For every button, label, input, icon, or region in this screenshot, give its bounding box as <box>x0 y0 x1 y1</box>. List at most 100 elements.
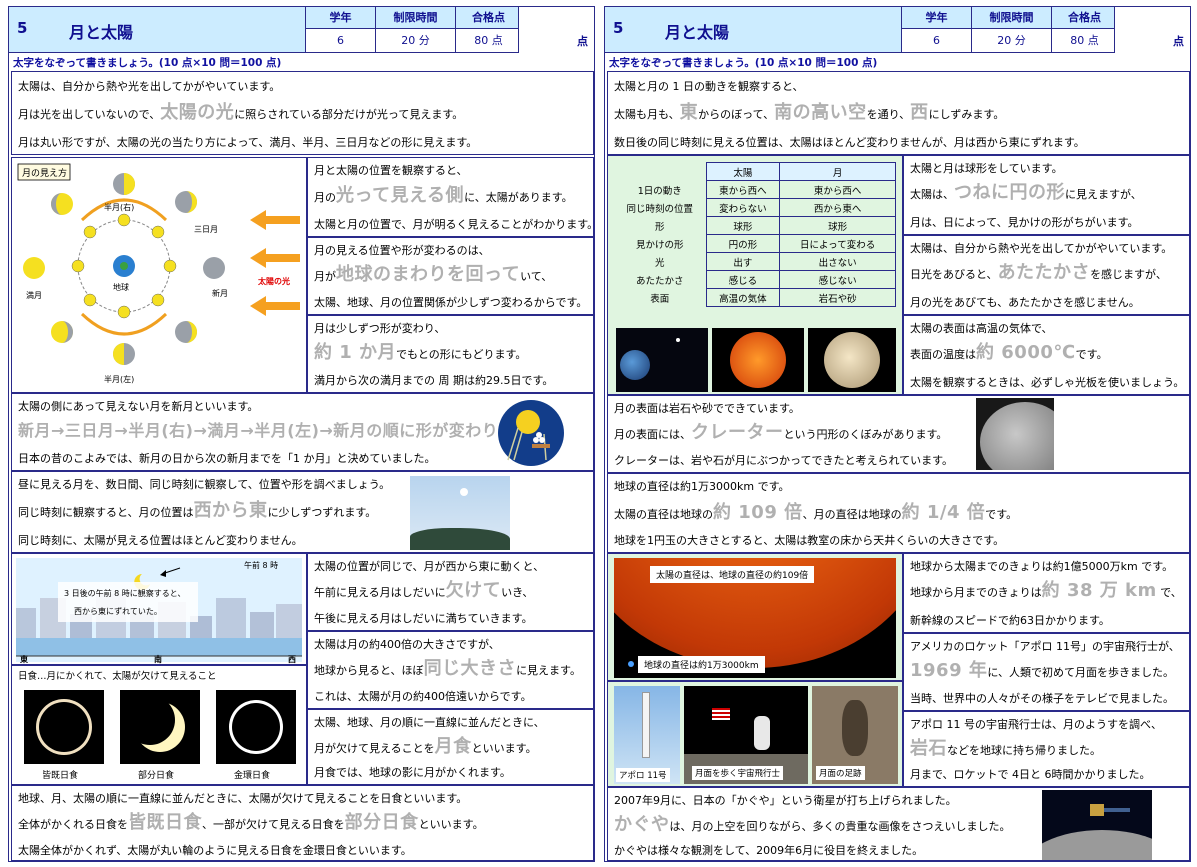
earth-diameter-label: 地球の直径は約1万3000km <box>638 656 765 673</box>
apollo-text: アメリカのロケット「アポロ 11号」の宇宙飛行士が、 1969 年に、人類で初め… <box>903 633 1190 711</box>
answer-kaguya[interactable]: かぐや <box>614 814 670 835</box>
score-field[interactable]: 点 <box>1114 7 1190 53</box>
moon-rock-text: アポロ 11 号の宇宙飛行士は、月のようすを調べ、 岩石などを地球に持ち帰りまし… <box>903 711 1190 787</box>
svg-text:3 日後の午前 8 時に観察すると、: 3 日後の午前 8 時に観察すると、 <box>64 588 186 598</box>
daytime-moon-photo <box>410 476 510 550</box>
phase-text-3: 月は少しずつ形が変わり、 約 1 か月でもとの形にもどります。 満月から次の満月… <box>307 315 594 393</box>
city-moon-diagram: 午前 8 時 3 日後の午前 8 時に観察すると、 西から東にずれていた。 東 … <box>16 558 302 664</box>
answer-6000c[interactable]: 約 6000℃ <box>976 342 1076 363</box>
answer-one-month[interactable]: 約 1 か月 <box>314 342 396 363</box>
sun-moon-comparison-table: 太陽 月 1日の動き 東から西へ 東から西へ 同じ時刻の位置 変わらない 西から東へ 形… <box>614 162 896 307</box>
table-head-moon: 月 <box>779 162 896 181</box>
phase-fig-title: 月の見え方 <box>22 167 67 179</box>
answer-quarter[interactable]: 約 1/4 倍 <box>902 502 986 523</box>
footprint-photo: 月面の足跡 <box>812 686 898 784</box>
sun-photo <box>712 328 804 392</box>
intro-line-3: 月は丸い形ですが、太陽の光の当たり方によって、満月、半月、三日月などの形に見えま… <box>18 136 478 149</box>
crater-box: 月の表面は岩石や砂でできています。 月の表面には、クレーターという円形のくぼみが… <box>607 395 1190 473</box>
answer-bright-side[interactable]: 光って見える側 <box>336 185 464 206</box>
moon-phase-diagram: 月の見え方 地球 半月(右) 三日月 満月 新月 半月(左) 太陽の光 <box>17 163 300 384</box>
new-moon-box: 太陽の側にあって見えない月を新月といいます。 新月→三日月→半月(右)→満月→半… <box>11 393 594 471</box>
lesson-number: 5 <box>613 19 624 37</box>
phase-text-1: 月と太陽の位置を観察すると、 月の光って見える側に、太陽があります。 太陽と月の… <box>307 157 594 237</box>
astronaut-photo: 月面を歩く宇宙飛行士 <box>684 686 808 784</box>
solar-eclipse-figure: 日食…月にかくれて、太陽が欠けて見えること 皆既日食 部分日食 金環日食 <box>11 665 307 785</box>
worksheet-header: 5 月と太陽 学年 6 制限時間 20 分 合格点 80 点 点 <box>9 7 594 53</box>
apparent-size-text: 太陽は月の約400倍の大きさですが、 地球から見ると、ほぼ同じ大きさに見えます。… <box>307 631 594 709</box>
sun-size-figure: 太陽の直径は、地球の直径の約109倍 地球の直径は約1万3000km <box>607 553 903 681</box>
svg-text:午前 8 時: 午前 8 時 <box>244 560 278 570</box>
passing-score-cell: 合格点 80 点 <box>1051 7 1117 53</box>
svg-text:南: 南 <box>154 654 162 664</box>
grade-cell: 学年 6 <box>901 7 971 53</box>
answer-south-sky[interactable]: 南の高い空 <box>774 102 867 123</box>
svg-text:半月(左): 半月(左) <box>104 374 134 384</box>
answer-circle-shape[interactable]: つねに円の形 <box>954 182 1065 203</box>
svg-text:太陽の光: 太陽の光 <box>257 276 290 286</box>
answer-warmth[interactable]: あたたかさ <box>998 262 1091 283</box>
answer-380000km[interactable]: 約 38 万 km <box>1042 580 1157 601</box>
partial-eclipse-icon <box>120 690 200 764</box>
answer-crater[interactable]: クレーター <box>691 422 784 443</box>
table-row: 1日の動き 東から西へ 東から西へ <box>614 180 896 199</box>
svg-text:三日月: 三日月 <box>194 225 218 234</box>
moon-phase-figure: 月の見え方 地球 半月(右) 三日月 満月 新月 半月(左) 太陽の光 <box>11 157 307 393</box>
annular-eclipse-icon <box>216 690 296 764</box>
answer-partial-eclipse[interactable]: 部分日食 <box>345 812 419 833</box>
svg-text:西から東にずれていた。: 西から東にずれていた。 <box>74 606 162 616</box>
apollo-photos: アポロ 11号 月面を歩く宇宙飛行士 月面の足跡 <box>607 681 903 787</box>
table-row: 表面 高温の気体 岩石や砂 <box>614 288 896 307</box>
sun-surface-text: 太陽の表面は高温の気体で、 表面の温度は約 6000℃です。 太陽を観察するとき… <box>903 315 1190 395</box>
answer-rocks[interactable]: 岩石 <box>910 738 947 759</box>
full-moon-icon <box>23 257 45 279</box>
solar-eclipse-text: 地球、月、太陽の順に一直線に並んだときに、太陽が欠けて見えることを日食といいます… <box>11 785 594 861</box>
svg-text:満月: 満月 <box>26 291 42 300</box>
distance-text: 地球から太陽までのきょりは約1億5000万km です。 地球から月までのきょりは… <box>903 553 1190 633</box>
answer-total-eclipse[interactable]: 皆既日食 <box>128 812 202 833</box>
answer-109-times[interactable]: 約 109 倍 <box>713 502 803 523</box>
answer-east[interactable]: 東 <box>680 102 699 123</box>
passing-score-cell: 合格点 80 点 <box>455 7 521 53</box>
partial-eclipse-label: 部分日食 <box>138 771 175 781</box>
diameter-box: 地球の直径は約1万3000km です。 太陽の直径は地球の約 109 倍、月の直… <box>607 473 1190 553</box>
instruction: 太字をなぞって書きましょう。(10 点×10 問＝100 点) <box>609 57 878 69</box>
moving-moon-text: 太陽の位置が同じで、月が西から東に動くと、 午前に見える月はしだいに欠けていき、… <box>307 553 594 631</box>
table-row: あたたかさ 感じる 感じない <box>614 270 896 289</box>
total-eclipse-label: 皆既日食 <box>42 771 79 781</box>
answer-waning[interactable]: 欠けて <box>446 580 502 601</box>
lunar-eclipse-text: 太陽、地球、月の順に一直線に並んだときに、 月が欠けて見えることを月食といいます… <box>307 709 594 785</box>
earth-photo <box>616 328 708 392</box>
right-worksheet: 5 月と太陽 学年 6 制限時間 20 分 合格点 80 点 点 太字をなぞって… <box>604 6 1191 862</box>
answer-same-size[interactable]: 同じ大きさ <box>424 658 517 679</box>
annular-eclipse-label: 金環日食 <box>234 771 271 781</box>
daytime-moon-box: 昼に見える月を、数日間、同じ時刻に観察して、位置や形を調べましょう。 同じ時刻に… <box>11 471 594 553</box>
answer-lunar-eclipse[interactable]: 月食 <box>435 736 472 757</box>
answer-west[interactable]: 西 <box>910 102 929 123</box>
svg-text:西: 西 <box>288 655 296 664</box>
time-limit-cell: 制限時間 20 分 <box>971 7 1051 53</box>
lesson-title: 月と太陽 <box>665 23 730 42</box>
moon-viewing-icon <box>498 400 564 466</box>
table-row: 同じ時刻の位置 変わらない 西から東へ <box>614 198 896 217</box>
shape-text: 太陽と月は球形をしています。 太陽は、つねに円の形に見えますが、 月は、日によっ… <box>903 155 1190 235</box>
moon-photo <box>808 328 896 392</box>
kaguya-photo <box>1042 790 1152 860</box>
answer-west-to-east[interactable]: 西から東 <box>194 500 268 521</box>
lesson-number: 5 <box>17 19 28 37</box>
rocket-photo: アポロ 11号 <box>614 686 680 784</box>
grade-cell: 学年 6 <box>305 7 375 53</box>
svg-text:地球: 地球 <box>113 282 129 292</box>
table-head-sun: 太陽 <box>705 162 781 181</box>
answer-1969[interactable]: 1969 年 <box>910 660 987 681</box>
answer-sunlight[interactable]: 太陽の光 <box>160 102 234 123</box>
new-moon-icon <box>203 257 225 279</box>
intro-line-1: 太陽は、自分から熱や光を出してかがやいています。 <box>18 80 281 93</box>
phase-text-2: 月の見える位置や形が変わるのは、 月が地球のまわりを回っていて、 太陽、地球、月… <box>307 237 594 315</box>
answer-orbit[interactable]: 地球のまわりを回って <box>336 264 520 285</box>
worksheet-header: 5 月と太陽 学年 6 制限時間 20 分 合格点 80 点 点 <box>605 7 1190 53</box>
table-row: 光出す 出さない <box>614 252 896 271</box>
sun-diameter-label: 太陽の直径は、地球の直径の約109倍 <box>650 566 815 583</box>
score-field[interactable]: 点 <box>518 7 594 53</box>
answer-phase-order[interactable]: 新月→三日月→半月(右)→満月→半月(左)→新月の順に形が変わります。 <box>18 421 546 440</box>
svg-text:半月(右): 半月(右) <box>104 202 134 212</box>
